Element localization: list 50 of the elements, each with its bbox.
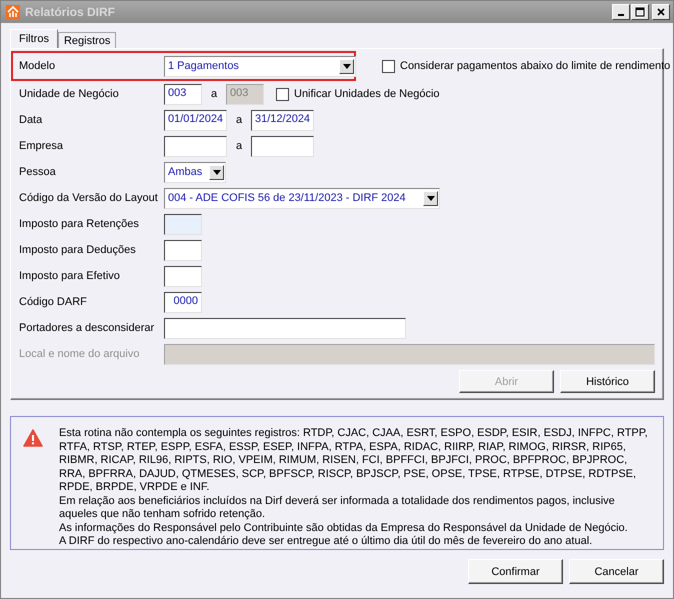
dropdown[interactable]: Ambas <box>164 162 226 182</box>
checkbox[interactable] <box>382 60 395 72</box>
tab[interactable]: Registros <box>58 32 116 48</box>
field-label: Empresa <box>19 140 64 152</box>
field-label: Portadores a desconsiderar <box>19 322 156 334</box>
range-separator: a <box>234 140 244 152</box>
minimize-button[interactable] <box>612 4 630 20</box>
maximize-button[interactable] <box>631 4 649 20</box>
checkbox-label: Considerar pagamentos abaixo do limite de rendimento <box>400 60 670 72</box>
range-separator: a <box>234 114 244 126</box>
minimize-icon <box>618 14 624 16</box>
close-icon <box>656 7 666 17</box>
info-text: Em relação aos beneficiários incluídos na Dirf deverá ser informada a totalidade dos rendimentos pagos, inclusive aqueles que não tenham sofrido retenção. <box>59 494 616 522</box>
dropdown[interactable]: 004 - ADE COFIS 56 de 23/11/2023 - DIRF 2024 <box>164 188 440 208</box>
button[interactable]: Cancelar <box>569 559 664 584</box>
input-field[interactable]: 0000 <box>164 292 202 312</box>
input-field[interactable] <box>164 266 202 286</box>
close-button[interactable] <box>652 4 670 20</box>
info-text: A DIRF do respectivo ano-calendário deve ser entregue até o último dia útil do mês de fevereiro do ano atual. <box>59 535 594 548</box>
checkbox[interactable] <box>276 88 289 100</box>
field-label: Imposto para Efetivo <box>19 270 121 282</box>
input-field[interactable] <box>164 318 406 338</box>
field-label: Código da Versão do Layout <box>19 192 159 204</box>
app-icon <box>6 5 20 19</box>
button[interactable]: Histórico <box>560 370 655 393</box>
button[interactable]: Confirmar <box>468 559 563 584</box>
input-field[interactable]: 31/12/2024 <box>251 110 314 130</box>
input-field[interactable] <box>164 214 202 234</box>
tab[interactable]: Filtros <box>10 29 58 48</box>
warning-icon <box>23 429 43 447</box>
input-field[interactable]: 003 <box>164 84 202 104</box>
field-label: Modelo <box>19 60 56 72</box>
field-label: Código DARF <box>19 296 88 308</box>
field-label: Imposto para Deduções <box>19 244 137 256</box>
field-label: Imposto para Retenções <box>19 218 140 230</box>
info-text: Esta rotina não contempla os seguintes registros: RTDP, CJAC, CJAA, ESRT, ESPO, ESDP, ESIR, ESDJ, INFPC, RTPP, RTFA, RTSP, RTEP, ESPP, ESFA, ESSP, ESEP, INFPA, RTPA, ESPA, RIDAC, RIIRP, RIAP, RIMOG, RIRSR, RIP65, RIBMR, RICAP, RIL96, RIPTS, RIO, VPEIM, RIMUM, RISEN, FCI, BPFFCI, BPJFCI, PROC, BPFPROC, BPJPROC, RRA, BPFRRA, DAJUD, QTMESES, SCP, BPFSCP, RISCP, BPJSCP, PSE, OPSE, TPSE, RTPSE, DTPSE, RDTPSE, RPDE, BRPDE, VRPDE e INF. <box>59 427 649 494</box>
checkbox-label: Unificar Unidades de Negócio <box>294 88 440 100</box>
maximize-icon <box>635 7 645 17</box>
field-label: Unidade de Negócio <box>19 88 120 100</box>
field-label: Data <box>19 114 44 126</box>
input-field[interactable]: 01/01/2024 <box>164 110 227 130</box>
info-text: As informações do Responsável pelo Contribuinte são obtidas da Empresa do Responsável da Unidade de Negócio. <box>59 522 629 535</box>
range-separator: a <box>210 88 218 100</box>
input-field[interactable] <box>251 136 314 156</box>
window-title: Relatórios DIRF <box>25 5 116 19</box>
field-label: Local e nome do arquivo <box>19 348 140 360</box>
input-field[interactable] <box>164 136 227 156</box>
dropdown[interactable]: 1 Pagamentos <box>164 56 356 76</box>
input-field[interactable] <box>164 240 202 260</box>
field-label: Pessoa <box>19 166 57 178</box>
